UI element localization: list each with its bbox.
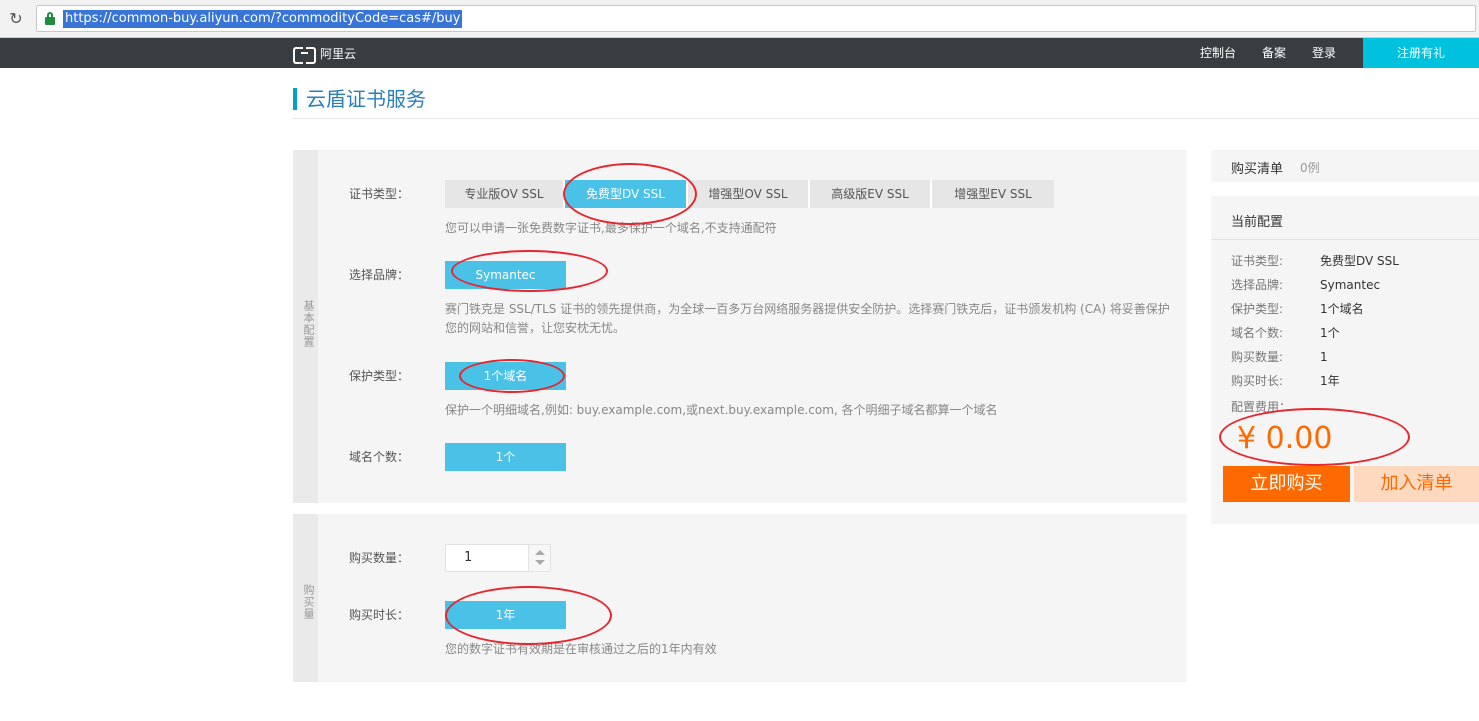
- register-button[interactable]: 注册有礼: [1363, 38, 1479, 68]
- increment-arrow-icon[interactable]: [535, 550, 545, 555]
- logo-text: 阿里云: [320, 47, 357, 61]
- config-value: 1个: [1320, 326, 1340, 340]
- config-header: 当前配置: [1211, 196, 1479, 240]
- annotation-circle-protect: [459, 359, 565, 393]
- nav-beian-link[interactable]: 备案: [1262, 46, 1286, 61]
- config-key: 选择品牌:: [1231, 278, 1284, 292]
- tab-ev-ssl-enhanced[interactable]: 增强型EV SSL: [932, 180, 1054, 208]
- cart-count: 0例: [1300, 161, 1320, 175]
- brand-label: 选择品牌：: [349, 268, 410, 282]
- decrement-arrow-icon[interactable]: [535, 560, 545, 565]
- aliyun-logo-icon: [293, 47, 316, 64]
- domain-count-option[interactable]: 1个: [445, 443, 566, 471]
- annotation-circle-cert-type: [563, 163, 697, 225]
- protect-hint: 保护一个明细域名,例如: buy.example.com,或next.buy.e…: [445, 403, 998, 417]
- page-title: 云盾证书服务: [293, 88, 426, 110]
- title-divider: [293, 118, 1479, 119]
- quantity-stepper[interactable]: 1: [445, 544, 551, 572]
- config-key: 购买数量:: [1231, 350, 1284, 364]
- config-value: 1: [1320, 350, 1328, 364]
- config-value: 免费型DV SSL: [1320, 254, 1399, 268]
- address-bar[interactable]: https://common-buy.aliyun.com/?commodity…: [36, 5, 1476, 32]
- nav-login-link[interactable]: 登录: [1312, 46, 1336, 61]
- add-to-cart-button[interactable]: 加入清单: [1354, 466, 1479, 502]
- config-key: 购买时长:: [1231, 374, 1284, 388]
- url-text[interactable]: https://common-buy.aliyun.com/?commodity…: [63, 10, 463, 28]
- duration-label: 购买时长：: [349, 608, 410, 622]
- nav-console-link[interactable]: 控制台: [1200, 46, 1236, 61]
- config-title: 当前配置: [1231, 215, 1284, 230]
- lock-icon: [45, 12, 55, 25]
- stepper-buttons: [528, 545, 550, 571]
- basic-config-side-label: 基本配置: [302, 300, 315, 348]
- aliyun-logo[interactable]: 阿里云: [293, 46, 357, 64]
- cart-title: 购买清单: [1231, 162, 1284, 177]
- quantity-label: 购买数量：: [349, 551, 410, 565]
- annotation-circle-duration: [445, 586, 612, 645]
- domain-count-label: 域名个数：: [349, 450, 410, 464]
- basic-config-side: 基本配置: [293, 150, 318, 503]
- config-value: 1个域名: [1320, 302, 1364, 316]
- quantity-input[interactable]: 1: [464, 545, 472, 571]
- cart-bar[interactable]: 购买清单 0例: [1211, 150, 1479, 182]
- tab-ev-ssl-advanced[interactable]: 高级版EV SSL: [810, 180, 932, 208]
- duration-hint: 您的数字证书有效期是在审核通过之后的1年内有效: [445, 642, 717, 656]
- reload-icon[interactable]: ↻: [6, 9, 26, 29]
- tab-ov-ssl-enhanced[interactable]: 增强型OV SSL: [688, 180, 810, 208]
- cert-type-tabs: 专业版OV SSL 免费型DV SSL 增强型OV SSL 高级版EV SSL …: [445, 180, 1054, 208]
- purchase-panel: 购买量: [293, 514, 1187, 682]
- brand-hint: 赛门铁克是 SSL/TLS 证书的领先提供商，为全球一百多万台网络服务器提供安全…: [445, 302, 1170, 335]
- annotation-circle-price: [1219, 408, 1410, 466]
- tab-ov-ssl-pro[interactable]: 专业版OV SSL: [445, 180, 565, 208]
- config-value: 1年: [1320, 374, 1340, 388]
- cert-type-label: 证书类型：: [349, 187, 410, 201]
- buy-now-button[interactable]: 立即购买: [1223, 466, 1350, 502]
- top-nav: 阿里云 控制台 备案 登录 注册有礼: [0, 38, 1479, 68]
- protect-type-label: 保护类型：: [349, 369, 410, 383]
- config-key: 域名个数:: [1231, 326, 1284, 340]
- annotation-circle-brand: [451, 250, 608, 292]
- purchase-side: 购买量: [293, 514, 318, 682]
- browser-toolbar: ↻ https://common-buy.aliyun.com/?commodi…: [0, 0, 1479, 38]
- purchase-side-label: 购买量: [302, 584, 315, 620]
- config-value: Symantec: [1320, 278, 1381, 292]
- current-config-box: 当前配置 证书类型: 免费型DV SSL 选择品牌: Symantec 保护类型: 1…: [1211, 196, 1479, 524]
- config-key: 保护类型:: [1231, 302, 1284, 316]
- config-key: 证书类型:: [1231, 254, 1284, 268]
